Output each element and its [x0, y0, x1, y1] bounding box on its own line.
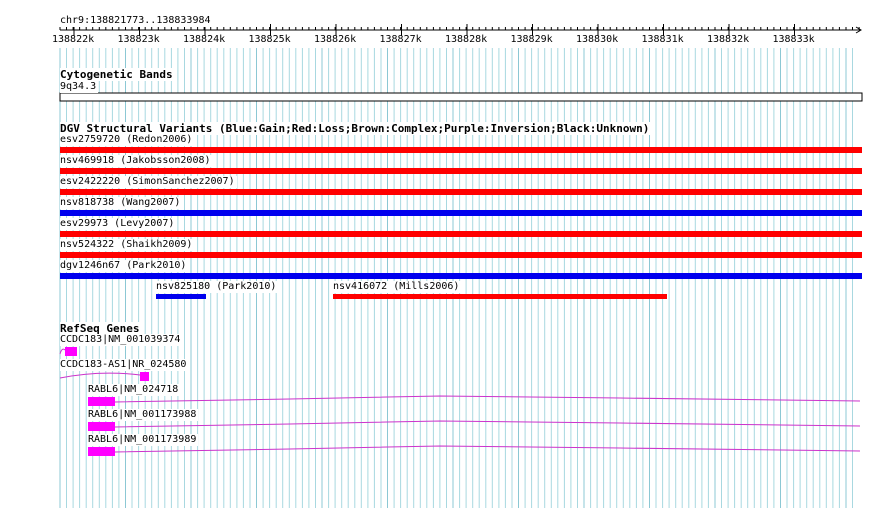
gene-exon: [140, 372, 149, 381]
ruler-tick-label: 138826k: [314, 34, 357, 45]
gene-label[interactable]: RABL6|NM_001173989: [88, 434, 199, 446]
position-label: chr9:138821773..138833984: [60, 15, 213, 27]
dgv-feature-label[interactable]: dgv1246n67 (Park2010): [60, 260, 189, 272]
ruler-tick-label: 138822k: [52, 34, 95, 45]
gene-intron: [114, 445, 861, 453]
ruler-tick-label: 138832k: [707, 34, 750, 45]
gene-label[interactable]: RABL6|NM_024718: [88, 384, 181, 396]
ruler-tick-label: 138823k: [117, 34, 160, 45]
dgv-feature-bar: [156, 294, 206, 299]
dgv-feature-bar: [60, 231, 862, 237]
gene-intron: [59, 348, 66, 355]
ruler-tick-label: 138828k: [445, 34, 488, 45]
genome-browser-view: chr9:138821773..138833984 138822k 138823k…: [0, 0, 890, 508]
dgv-feature-bar: [60, 252, 862, 258]
dgv-feature-bar: [60, 168, 862, 174]
dgv-feature-label[interactable]: nsv469918 (Jakobsson2008): [60, 155, 213, 167]
gene-exon: [65, 347, 77, 356]
gene-intron: [114, 420, 861, 428]
ruler-tick-label: 138827k: [379, 34, 422, 45]
ruler-tick-label: 138833k: [772, 34, 815, 45]
cytoband-bar: [59, 92, 863, 102]
dgv-feature-label[interactable]: esv29973 (Levy2007): [60, 218, 177, 230]
gene-exon: [88, 422, 115, 431]
dgv-feature-bar: [333, 294, 667, 299]
gene-label[interactable]: CCDC183-AS1|NR_024580: [60, 359, 189, 371]
ruler-tick-label: 138825k: [248, 34, 291, 45]
gene-label[interactable]: RABL6|NM_001173988: [88, 409, 199, 421]
ruler-tick-label: 138830k: [576, 34, 619, 45]
dgv-feature-label[interactable]: nsv416072 (Mills2006): [333, 281, 462, 293]
cytoband-track-title[interactable]: Cytogenetic Bands: [60, 68, 175, 81]
gene-exon: [88, 397, 115, 406]
dgv-feature-label[interactable]: nsv818738 (Wang2007): [60, 197, 183, 209]
dgv-feature-bar: [60, 147, 862, 153]
cytoband-track-graphics: [59, 92, 863, 102]
ruler-tick-label: 138831k: [641, 34, 684, 45]
dgv-feature-label[interactable]: esv2422220 (SimonSanchez2007): [60, 176, 237, 188]
dgv-feature-label[interactable]: nsv825180 (Park2010): [156, 281, 279, 293]
dgv-feature-bar: [60, 273, 862, 279]
cytoband-label: 9q34.3: [60, 81, 99, 93]
dgv-feature-bar: [60, 210, 862, 216]
dgv-feature-label[interactable]: esv2759720 (Redon2006): [60, 134, 195, 146]
ruler-tick-label: 138829k: [510, 34, 553, 45]
dgv-feature-label[interactable]: nsv524322 (Shaikh2009): [60, 239, 195, 251]
dgv-feature-bar: [60, 189, 862, 195]
gene-intron: [59, 372, 141, 379]
gene-label[interactable]: CCDC183|NM_001039374: [60, 334, 183, 346]
gene-exon: [88, 447, 115, 456]
gene-intron: [114, 395, 861, 403]
ruler-tick-label: 138824k: [183, 34, 226, 45]
